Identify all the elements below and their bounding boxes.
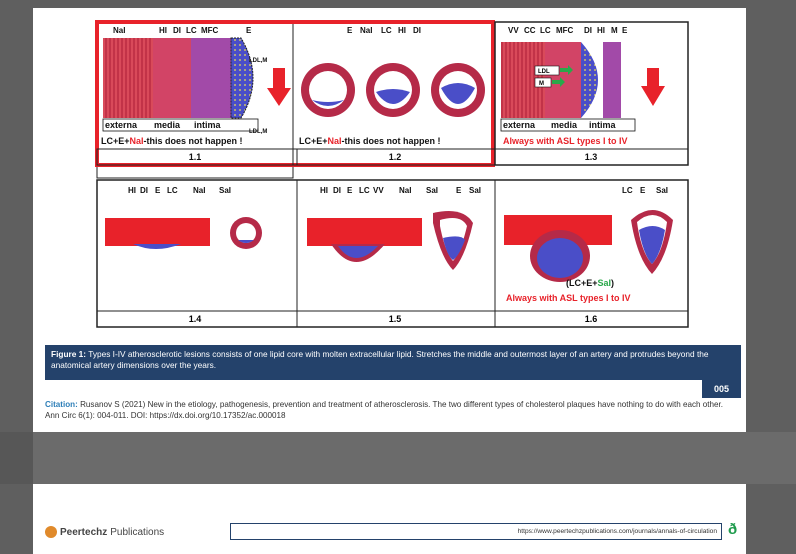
label-nal: NaI bbox=[113, 26, 125, 35]
svg-text:DI: DI bbox=[584, 26, 592, 35]
svg-text:Always with ASL types I to IV: Always with ASL types I to IV bbox=[503, 136, 628, 146]
citation: Citation: Rusanov S (2021) New in the et… bbox=[45, 400, 739, 421]
svg-text:intima: intima bbox=[194, 120, 221, 130]
svg-text:LC+E+NaI-this does not happen: LC+E+NaI-this does not happen ! bbox=[101, 136, 243, 146]
document-page: NaI HI DI LC MFC E LDL,M LDL,M externa m… bbox=[33, 8, 746, 432]
journal-url[interactable]: https://www.peertechzpublications.com/jo… bbox=[230, 523, 722, 540]
svg-text:HI: HI bbox=[159, 26, 167, 35]
svg-text:1.5: 1.5 bbox=[389, 314, 402, 324]
svg-text:SaI: SaI bbox=[219, 186, 231, 195]
svg-text:HI: HI bbox=[398, 26, 406, 35]
publisher-logo: Peertechz Publications bbox=[45, 526, 164, 538]
svg-text:SaI: SaI bbox=[469, 186, 481, 195]
svg-text:DI: DI bbox=[173, 26, 181, 35]
page-number: 005 bbox=[702, 380, 741, 398]
svg-text:1.4: 1.4 bbox=[189, 314, 202, 324]
svg-text:E: E bbox=[155, 186, 161, 195]
svg-text:SaI: SaI bbox=[426, 186, 438, 195]
peertechz-logo-icon bbox=[45, 526, 57, 538]
svg-text:Always with ASL types I to IV: Always with ASL types I to IV bbox=[506, 293, 631, 303]
citation-text: Rusanov S (2021) New in the etiology, pa… bbox=[45, 400, 724, 420]
svg-text:media: media bbox=[154, 120, 181, 130]
figure-1: NaI HI DI LC MFC E LDL,M LDL,M externa m… bbox=[95, 20, 689, 328]
open-access-icon: ð bbox=[728, 521, 738, 538]
svg-text:LDL,M: LDL,M bbox=[249, 58, 267, 64]
svg-text:DI: DI bbox=[413, 26, 421, 35]
svg-text:DI: DI bbox=[333, 186, 341, 195]
svg-text:MFC: MFC bbox=[201, 26, 219, 35]
svg-text:M: M bbox=[539, 81, 544, 87]
svg-text:VV: VV bbox=[508, 26, 519, 35]
svg-text:1.3: 1.3 bbox=[585, 152, 598, 162]
svg-text:HI: HI bbox=[320, 186, 328, 195]
figure-caption: Figure 1: Types I-IV atherosclerotic les… bbox=[45, 345, 741, 380]
citation-label: Citation: bbox=[45, 400, 78, 409]
svg-text:E: E bbox=[622, 26, 628, 35]
down-arrow-icon bbox=[641, 68, 665, 106]
panel-row-2-frame bbox=[96, 179, 689, 328]
svg-text:(LC+E+SaI): (LC+E+SaI) bbox=[566, 278, 614, 288]
svg-text:LDL: LDL bbox=[538, 69, 550, 75]
brand-name: Peertechz bbox=[60, 526, 108, 538]
svg-text:LC: LC bbox=[167, 186, 178, 195]
svg-text:LC: LC bbox=[359, 186, 370, 195]
svg-text:E: E bbox=[456, 186, 462, 195]
svg-text:intima: intima bbox=[589, 120, 616, 130]
svg-text:M: M bbox=[611, 26, 618, 35]
svg-text:NaI: NaI bbox=[399, 186, 411, 195]
svg-text:SaI: SaI bbox=[656, 186, 668, 195]
svg-text:1.2: 1.2 bbox=[389, 152, 402, 162]
artery-cross-sections bbox=[301, 63, 485, 117]
svg-text:DI: DI bbox=[140, 186, 148, 195]
svg-text:NaI: NaI bbox=[193, 186, 205, 195]
svg-text:externa: externa bbox=[105, 120, 138, 130]
page-gap bbox=[0, 432, 796, 484]
svg-text:NaI: NaI bbox=[360, 26, 372, 35]
svg-text:LC: LC bbox=[540, 26, 551, 35]
svg-text:E: E bbox=[347, 186, 353, 195]
svg-text:LC+E+NaI-this does not happen: LC+E+NaI-this does not happen ! bbox=[299, 136, 441, 146]
caption-text: Types I-IV atherosclerotic lesions consi… bbox=[51, 349, 709, 370]
caption-label: Figure 1: bbox=[51, 349, 87, 359]
svg-text:E: E bbox=[246, 26, 252, 35]
svg-text:E: E bbox=[347, 26, 353, 35]
svg-text:LC: LC bbox=[381, 26, 392, 35]
panel-number: 1.1 bbox=[189, 152, 202, 162]
svg-text:externa: externa bbox=[503, 120, 536, 130]
svg-text:HI: HI bbox=[128, 186, 136, 195]
svg-text:VV: VV bbox=[373, 186, 384, 195]
svg-text:HI: HI bbox=[597, 26, 605, 35]
svg-text:LC: LC bbox=[186, 26, 197, 35]
svg-text:MFC: MFC bbox=[556, 26, 574, 35]
svg-text:E: E bbox=[640, 186, 646, 195]
svg-text:media: media bbox=[551, 120, 578, 130]
svg-text:1.6: 1.6 bbox=[585, 314, 598, 324]
document-page-2: Peertechz Publications https://www.peerte… bbox=[33, 484, 746, 554]
svg-text:LC: LC bbox=[622, 186, 633, 195]
svg-text:CC: CC bbox=[524, 26, 536, 35]
